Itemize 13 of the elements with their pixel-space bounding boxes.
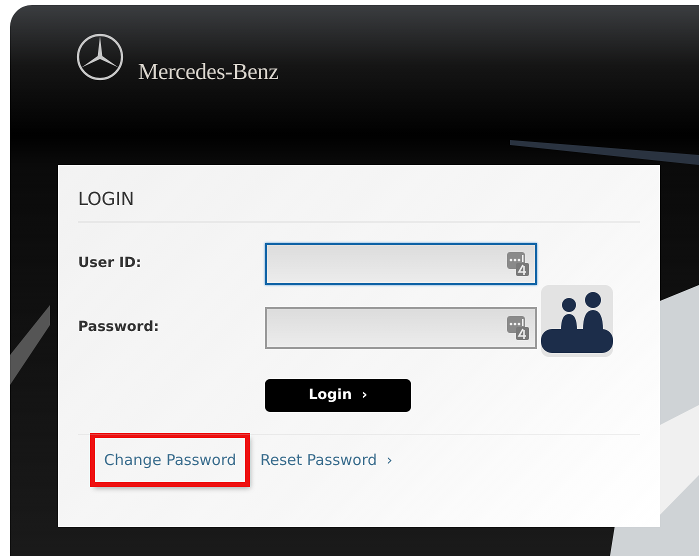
keypad-icon xyxy=(507,316,529,340)
field-label: Password: xyxy=(78,318,160,338)
input-field[interactable] xyxy=(265,306,537,349)
users-icon xyxy=(541,284,613,357)
input-field[interactable] xyxy=(265,242,537,285)
text-link[interactable]: Change Password xyxy=(92,434,248,486)
keypad-icon xyxy=(507,252,529,276)
login-button[interactable]: Login › xyxy=(265,378,411,412)
text-link[interactable]: Reset Password › xyxy=(248,434,405,486)
login-title: LOGIN xyxy=(78,189,136,212)
brand-name: Mercedes-Benz xyxy=(138,58,278,86)
star-logo-icon xyxy=(76,33,124,81)
field-label: User ID: xyxy=(78,254,142,274)
